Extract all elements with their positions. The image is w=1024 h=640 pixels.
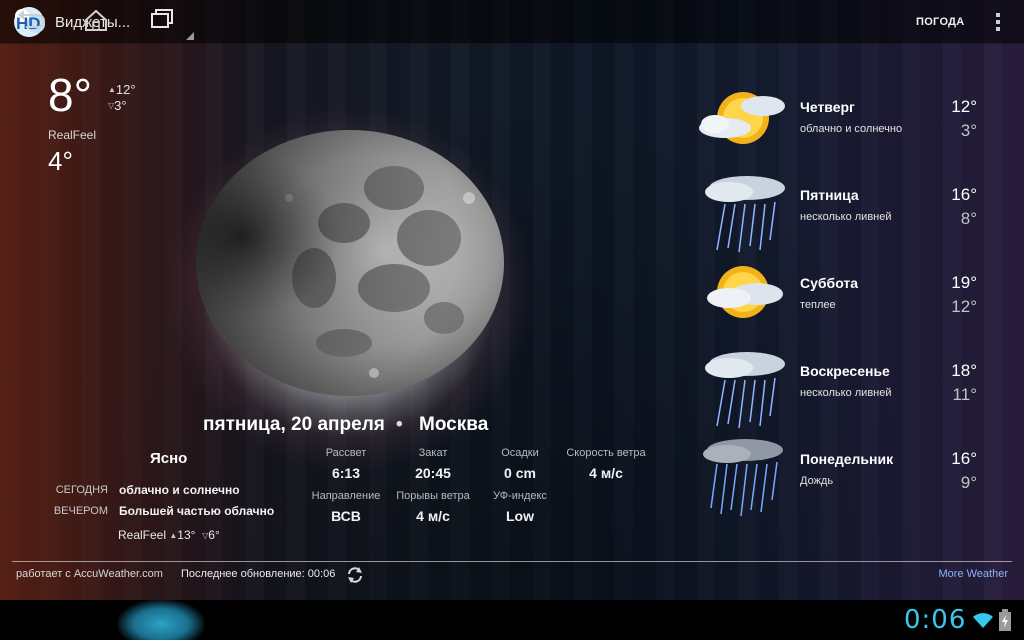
current-low: 3° xyxy=(114,98,127,113)
stat-label: Скорость ветра xyxy=(566,447,646,459)
stat-label: Направление xyxy=(311,490,381,502)
forecast-high: 18° xyxy=(951,361,977,380)
evening-realfeel-label: RealFeel xyxy=(118,528,167,542)
stat-value: 0 cm xyxy=(504,465,536,481)
stat-label: УФ-индекс xyxy=(493,490,547,502)
forecast-row[interactable]: Суббота теплее 19° 12° xyxy=(695,262,995,350)
evening-text: Большей частью облачно xyxy=(119,504,275,518)
forecast-day: Понедельник xyxy=(800,451,894,467)
today-label: СЕГОДНЯ xyxy=(55,484,108,496)
forecast-description: облачно и солнечно xyxy=(800,123,903,135)
overflow-menu-icon[interactable] xyxy=(990,11,1006,33)
forecast-low: 9° xyxy=(960,473,977,492)
footer-divider xyxy=(12,561,1012,562)
forecast-description: несколько ливней xyxy=(800,211,892,223)
moon-phase-icon xyxy=(196,130,504,396)
stat-uv-index: УФ-индекс Low xyxy=(475,490,565,524)
high-arrow-icon: ▲ xyxy=(108,85,116,94)
refresh-icon[interactable] xyxy=(346,566,364,584)
forecast-low: 8° xyxy=(960,209,977,228)
stat-wind-speed: Скорость ветра 4 м/с xyxy=(556,447,656,481)
back-icon[interactable] xyxy=(12,6,52,34)
rain-showers-icon xyxy=(705,176,785,253)
forecast-day: Суббота xyxy=(800,275,859,291)
stat-wind-direction: Направление ВСВ xyxy=(301,490,391,524)
realfeel-label: RealFeel xyxy=(48,128,97,142)
evening-low: 6° xyxy=(208,528,220,542)
rain-icon xyxy=(703,439,783,517)
forecast-row[interactable]: Понедельник Дождь 16° 9° xyxy=(695,438,995,526)
forecast-day: Воскресенье xyxy=(800,363,890,379)
city-name[interactable]: Москва xyxy=(419,414,488,436)
partly-sunny-icon xyxy=(699,92,785,144)
wifi-icon[interactable] xyxy=(972,611,994,629)
stat-label: Рассвет xyxy=(325,447,367,459)
today-text: облачно и солнечно xyxy=(119,483,240,497)
stat-wind-gusts: Порывы ветра 4 м/с xyxy=(388,490,478,524)
forecast-high: 16° xyxy=(951,449,977,468)
dropdown-caret-icon xyxy=(186,32,194,40)
recent-apps-highlight xyxy=(118,600,204,640)
stat-sunrise: Рассвет 6:13 xyxy=(301,447,391,481)
forecast-row[interactable]: Воскресенье несколько ливней 18° 11° xyxy=(695,350,995,438)
recent-apps-icon[interactable] xyxy=(141,6,181,34)
stat-precipitation: Осадки 0 cm xyxy=(475,447,565,481)
stat-value: 4 м/с xyxy=(589,465,623,481)
stat-value: ВСВ xyxy=(331,508,361,524)
stat-value: 20:45 xyxy=(415,465,451,481)
sky-condition: Ясно xyxy=(150,450,188,467)
date-text: пятница, 20 апреля xyxy=(203,414,385,435)
evening-label: ВЕЧЕРОМ xyxy=(53,505,108,517)
realfeel-value: 4° xyxy=(48,146,73,176)
forecast-high: 16° xyxy=(951,185,977,204)
current-high-low: ▲12° ▽3° xyxy=(108,82,136,114)
stat-value: 6:13 xyxy=(331,465,361,481)
current-high: 12° xyxy=(115,82,136,97)
rain-showers-icon xyxy=(705,352,785,429)
forecast-low: 3° xyxy=(960,121,977,140)
home-icon[interactable] xyxy=(76,6,116,34)
stat-value: Low xyxy=(506,508,534,524)
forecast-description: Дождь xyxy=(800,475,834,487)
weather-button[interactable]: ПОГОДА xyxy=(916,16,965,28)
forecast-high: 19° xyxy=(951,273,977,292)
stat-label: Осадки xyxy=(501,447,539,459)
source-credit[interactable]: работает с AccuWeather.com xyxy=(16,568,163,580)
separator: • xyxy=(396,414,403,435)
forecast-description: теплее xyxy=(800,299,836,311)
forecast-description: несколько ливней xyxy=(800,387,892,399)
more-weather-link[interactable]: More Weather xyxy=(939,568,1009,580)
forecast-row[interactable]: Пятница несколько ливней 16° 8° xyxy=(695,174,995,262)
forecast-low: 12° xyxy=(951,297,977,316)
stat-label: Закат xyxy=(418,447,448,459)
last-updated: Последнее обновление: 00:06 xyxy=(181,568,336,580)
forecast-low: 11° xyxy=(952,385,977,404)
evening-realfeel: RealFeel ▲13° ▽6° xyxy=(118,528,220,542)
forecast-high: 12° xyxy=(951,97,977,116)
stat-label: Порывы ветра xyxy=(396,490,470,502)
status-clock[interactable]: 0:06 xyxy=(904,605,966,635)
battery-icon[interactable] xyxy=(999,609,1011,631)
forecast-day: Пятница xyxy=(800,187,859,203)
current-temperature: 8° xyxy=(48,69,92,121)
partly-sunny-icon xyxy=(707,266,783,318)
evening-high: 13° xyxy=(177,528,196,542)
forecast-row[interactable]: Четверг облачно и солнечно 12° 3° xyxy=(695,86,995,174)
stat-value: 4 м/с xyxy=(416,508,450,524)
forecast-day: Четверг xyxy=(800,99,855,115)
stat-sunset: Закат 20:45 xyxy=(388,447,478,481)
